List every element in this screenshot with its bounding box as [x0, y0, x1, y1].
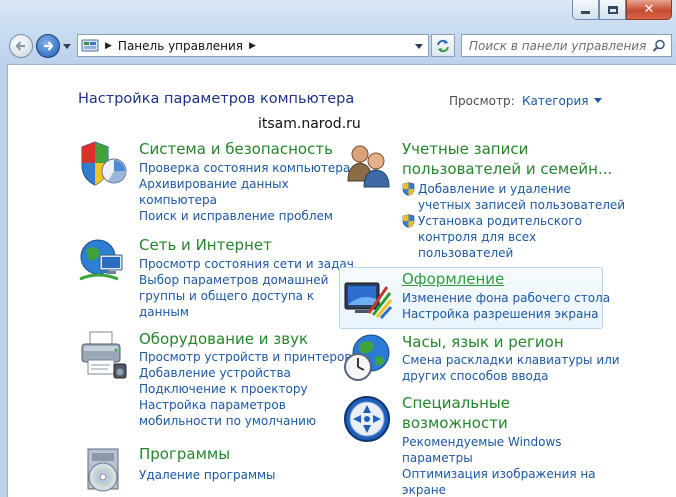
category-title-clock-region[interactable]: Часы, язык и регион — [402, 332, 564, 352]
link-desktop-background[interactable]: Изменение фона рабочего стола — [402, 290, 610, 306]
category-title-network[interactable]: Сеть и Интернет — [139, 235, 272, 255]
links-programs: Удаление программы — [139, 467, 276, 483]
close-icon: ✕ — [643, 2, 655, 17]
uac-shield-icon — [402, 214, 415, 228]
user-accounts-title-line1[interactable]: Учетные записи — [402, 140, 528, 158]
link-check-status[interactable]: Проверка состояния компьютера — [139, 160, 350, 176]
link-add-device[interactable]: Добавление устройства — [139, 365, 351, 381]
chevron-down-icon — [593, 98, 602, 103]
back-button[interactable] — [9, 34, 33, 58]
link-backup[interactable]: Архивирование данных — [139, 176, 350, 192]
links-hardware: Просмотр устройств и принтеров Добавлени… — [139, 349, 351, 429]
links-system-security: Проверка состояния компьютера Архивирова… — [139, 160, 350, 224]
link-mobility[interactable]: Настройка параметров — [139, 397, 351, 413]
search-icon[interactable] — [652, 39, 666, 53]
breadcrumb-separator-icon[interactable]: ▶ — [249, 41, 256, 51]
search-input[interactable]: Поиск в панели управления — [469, 39, 652, 53]
link-recommended-settings[interactable]: Рекомендуемые Windows — [402, 434, 596, 450]
breadcrumb-separator-icon[interactable]: ▶ — [105, 41, 112, 51]
address-dropdown-icon[interactable] — [415, 42, 423, 50]
link-parental-controls[interactable]: Установка родительского контроля для все… — [402, 213, 625, 261]
link-add-remove-accounts[interactable]: Добавление и удаление учетных записей по… — [402, 181, 625, 213]
link-keyboard-layout[interactable]: Смена раскладки клавиатуры или — [402, 352, 620, 368]
printer-hardware-icon[interactable] — [78, 330, 128, 380]
link-parental-line3[interactable]: пользователей — [418, 245, 582, 261]
users-accounts-icon[interactable] — [343, 141, 393, 191]
category-title-accessibility[interactable]: Специальные возможности — [402, 393, 510, 433]
close-button[interactable]: ✕ — [626, 0, 672, 20]
view-mode-value[interactable]: Категория — [522, 94, 589, 108]
refresh-button[interactable] — [431, 34, 455, 57]
arrow-right-icon — [44, 41, 54, 51]
minimize-icon — [581, 11, 590, 14]
window-frame: ✕ ▶ Панель управления ▶ Поиск в панели у… — [0, 0, 676, 497]
programs-disc-icon[interactable] — [78, 445, 128, 495]
link-backup-cont[interactable]: компьютера — [139, 192, 350, 208]
accessibility-icon[interactable] — [343, 395, 393, 445]
category-title-appearance[interactable]: Оформление — [402, 269, 504, 289]
link-parental-line2[interactable]: контроля для всех — [418, 229, 582, 245]
maximize-icon — [607, 5, 618, 14]
content-pane: Настройка параметров компьютера Просмотр… — [7, 64, 676, 497]
link-homegroup[interactable]: Выбор параметров домашней — [139, 272, 354, 288]
minimize-button[interactable] — [572, 0, 599, 20]
page-title: Настройка параметров компьютера — [78, 91, 355, 107]
link-recommended-settings-cont[interactable]: параметры — [402, 450, 596, 466]
watermark-text: itsam.narod.ru — [258, 116, 361, 132]
accessibility-title-line2[interactable]: возможности — [402, 414, 508, 432]
link-parental-line1[interactable]: Установка родительского — [418, 213, 582, 229]
link-keyboard-layout-cont[interactable]: других способов ввода — [402, 368, 620, 384]
link-homegroup-cont2[interactable]: данным — [139, 304, 354, 320]
accessibility-title-line1[interactable]: Специальные — [402, 394, 510, 412]
link-optimize-display[interactable]: Оптимизация изображения на — [402, 466, 596, 482]
link-optimize-display-cont[interactable]: экране — [402, 482, 596, 497]
uac-shield-icon — [402, 182, 415, 196]
links-appearance: Изменение фона рабочего стола Настройка … — [402, 290, 610, 322]
clock-globe-icon[interactable] — [343, 333, 393, 383]
refresh-icon — [437, 39, 449, 52]
link-uninstall[interactable]: Удаление программы — [139, 467, 276, 483]
link-network-status[interactable]: Просмотр состояния сети и задач — [139, 256, 354, 272]
links-network: Просмотр состояния сети и задач Выбор па… — [139, 256, 354, 320]
link-add-remove-line2[interactable]: учетных записей пользователей — [418, 197, 625, 213]
maximize-button[interactable] — [599, 0, 626, 20]
link-devices-printers[interactable]: Просмотр устройств и принтеров — [139, 349, 351, 365]
category-title-programs[interactable]: Программы — [139, 444, 230, 464]
address-bar[interactable]: ▶ Панель управления ▶ — [77, 34, 429, 57]
link-screen-resolution[interactable]: Настройка разрешения экрана — [402, 306, 610, 322]
user-accounts-title-line2[interactable]: пользователей и семейн... — [402, 160, 612, 178]
shield-security-icon[interactable] — [78, 139, 128, 189]
appearance-display-icon[interactable] — [343, 273, 393, 323]
category-title-hardware[interactable]: Оборудование и звук — [139, 329, 308, 349]
links-clock-region: Смена раскладки клавиатуры или других сп… — [402, 352, 620, 384]
view-mode-dropdown[interactable]: Категория — [522, 94, 602, 108]
link-projector[interactable]: Подключение к проектору — [139, 381, 351, 397]
recent-pages-dropdown-icon[interactable] — [63, 42, 71, 50]
window-controls: ✕ — [572, 0, 672, 20]
control-panel-icon — [81, 39, 99, 51]
link-mobility-cont[interactable]: мобильности по умолчанию — [139, 413, 351, 429]
link-troubleshoot[interactable]: Поиск и исправление проблем — [139, 208, 350, 224]
breadcrumb-control-panel[interactable]: Панель управления — [118, 39, 243, 53]
arrow-left-icon — [15, 41, 25, 51]
category-title-system-security[interactable]: Система и безопасность — [139, 139, 333, 159]
forward-button[interactable] — [36, 34, 60, 58]
link-homegroup-cont1[interactable]: группы и общего доступа к — [139, 288, 354, 304]
category-title-user-accounts[interactable]: Учетные записи пользователей и семейн... — [402, 139, 612, 179]
link-add-remove-line1[interactable]: Добавление и удаление — [418, 181, 625, 197]
search-box[interactable]: Поиск в панели управления — [461, 34, 672, 57]
view-label: Просмотр: — [449, 94, 515, 108]
network-globe-icon[interactable] — [78, 235, 128, 285]
links-accessibility: Рекомендуемые Windows параметры Оптимиза… — [402, 434, 596, 497]
links-user-accounts: Добавление и удаление учетных записей по… — [402, 181, 625, 261]
